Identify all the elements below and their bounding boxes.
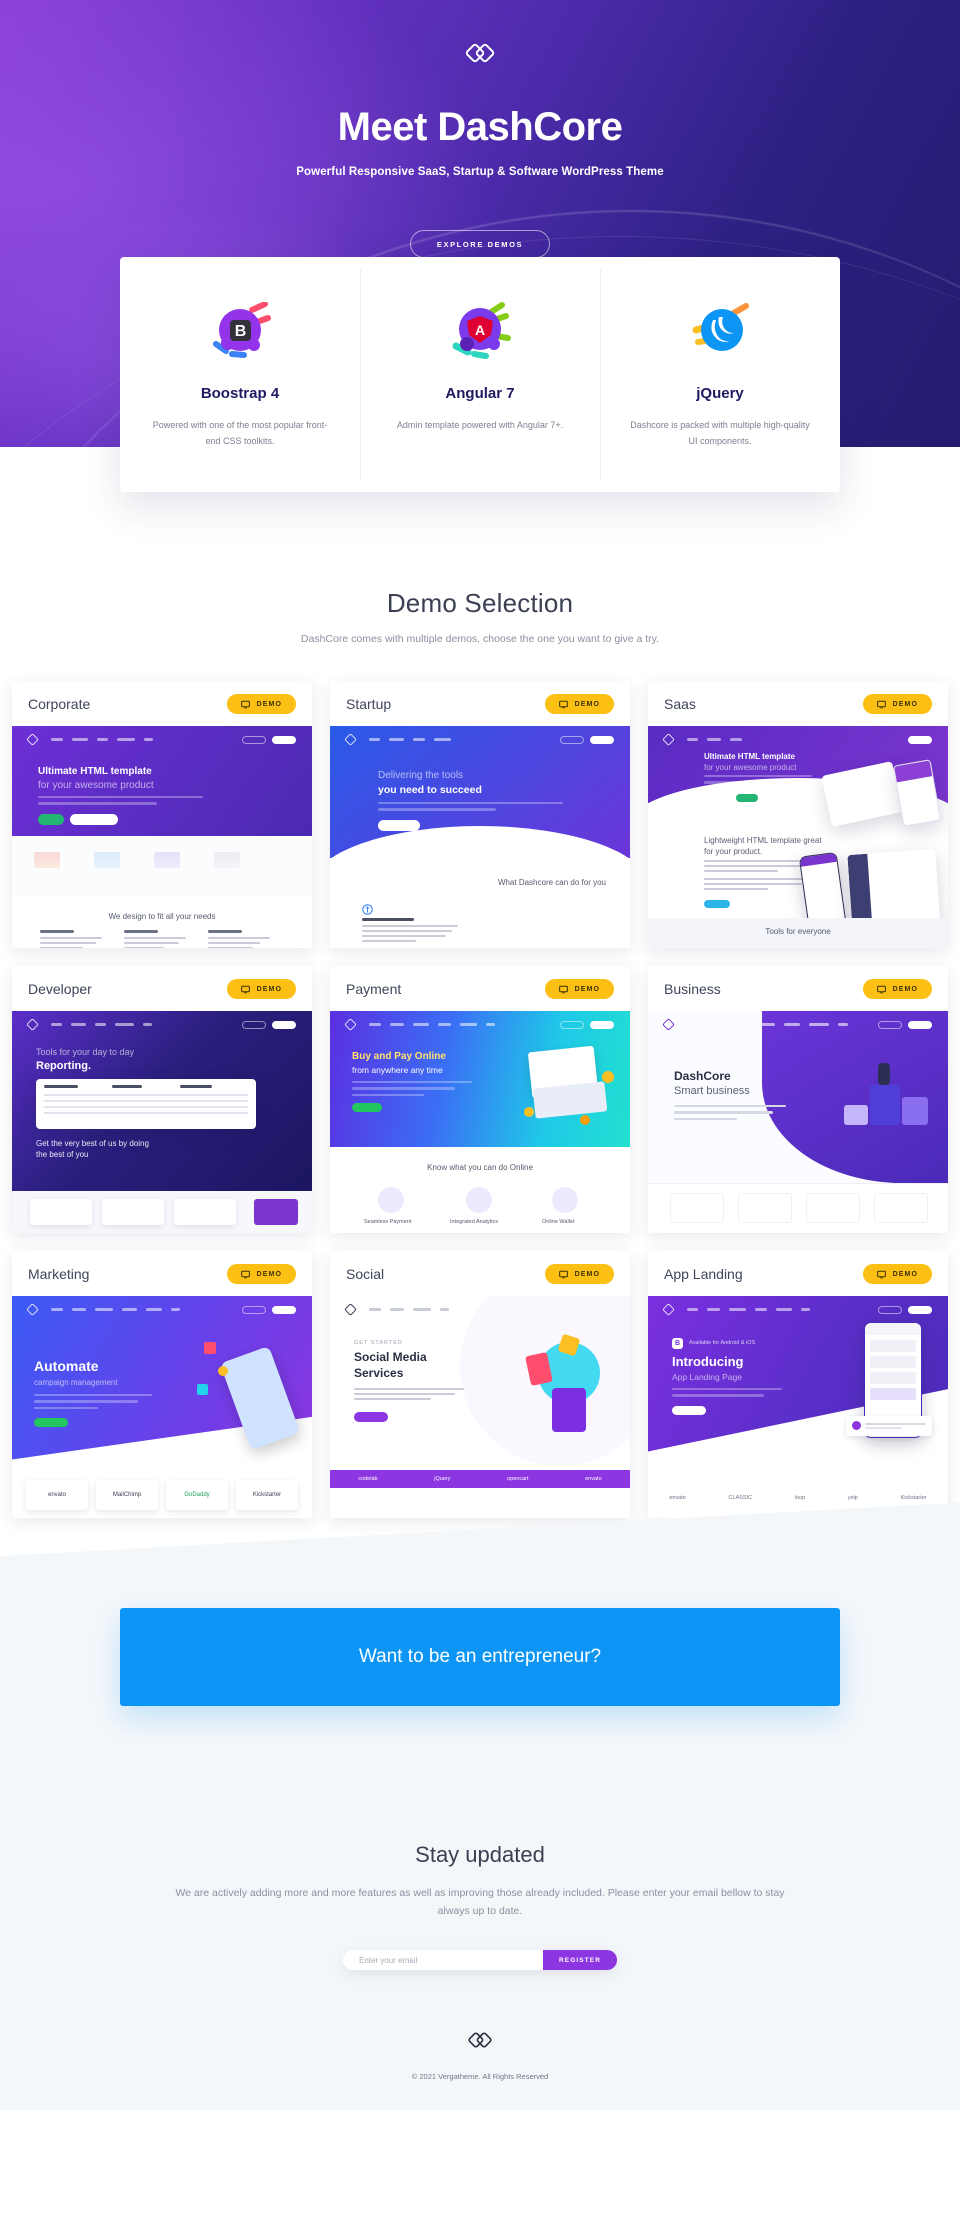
demo-button-label: DEMO bbox=[574, 1270, 600, 1278]
demo-button[interactable]: DEMO bbox=[544, 1263, 614, 1284]
monitor-icon bbox=[240, 1270, 250, 1279]
hero-subtitle: Powerful Responsive SaaS, Startup & Soft… bbox=[296, 166, 664, 178]
demo-section-title: Demo Selection bbox=[386, 587, 574, 618]
demo-button-label: DEMO bbox=[892, 985, 918, 993]
feature-card-jquery: jQuery Dashcore is packed with multiple … bbox=[600, 257, 840, 492]
landing-page: Meet DashCore Powerful Responsive SaaS, … bbox=[0, 0, 960, 2110]
monitor-icon bbox=[240, 700, 250, 709]
demo-card-title: Social bbox=[346, 1265, 385, 1282]
monitor-icon bbox=[558, 1270, 568, 1279]
demo-card-marketing[interactable]: Marketing DEMO Automate campaign managem… bbox=[12, 1250, 312, 1518]
newsletter-description: We are actively adding more and more fea… bbox=[175, 1886, 785, 1917]
svg-text:B: B bbox=[235, 323, 247, 340]
demo-card-title: Corporate bbox=[28, 695, 91, 712]
demo-thumbnail: Automate campaign management envato Mail… bbox=[12, 1295, 312, 1518]
demo-button-label: DEMO bbox=[256, 700, 282, 708]
register-button[interactable]: REGISTER bbox=[542, 1950, 618, 1971]
demo-button[interactable]: DEMO bbox=[544, 978, 614, 999]
monitor-icon bbox=[876, 985, 886, 994]
copyright-text: © 2021 Vergatheme. All Rights Reserved bbox=[411, 2072, 549, 2082]
demo-card-title: Developer bbox=[28, 980, 92, 997]
feature-card-angular: A Angular 7 Admin template powered with … bbox=[360, 257, 600, 492]
demo-button[interactable]: DEMO bbox=[226, 978, 296, 999]
demo-card-title: Business bbox=[664, 980, 721, 997]
demo-thumbnail: Ultimate HTML template for your awesome … bbox=[12, 725, 312, 948]
feature-description: Powered with one of the most popular fro… bbox=[152, 420, 328, 446]
dashcore-diamond-logo-icon bbox=[463, 36, 497, 70]
monitor-icon bbox=[240, 985, 250, 994]
feature-description: Admin template powered with Angular 7+. bbox=[396, 420, 564, 430]
angular-logo-icon: A bbox=[386, 297, 574, 369]
feature-card-bootstrap: B Boostrap 4 Powered with one of the mos… bbox=[120, 257, 360, 492]
feature-title: jQuery bbox=[696, 385, 744, 402]
demo-thumbnail: DashCore Smart business bbox=[648, 1010, 948, 1233]
newsletter-section: Stay updated We are actively adding more… bbox=[0, 1795, 960, 2005]
feature-title: Angular 7 bbox=[445, 385, 515, 402]
demo-selection-section: Demo Selection DashCore comes with multi… bbox=[0, 552, 960, 1578]
demo-card-saas[interactable]: Saas DEMO Ultimate HTML template for you… bbox=[648, 680, 948, 948]
demo-button[interactable]: DEMO bbox=[226, 1263, 296, 1284]
demo-card-title: App Landing bbox=[664, 1265, 743, 1282]
monitor-icon bbox=[558, 985, 568, 994]
demo-card-app-landing[interactable]: App Landing DEMO B Available for Android… bbox=[648, 1250, 948, 1518]
demo-card-social[interactable]: Social DEMO GET STARTED Social Media Ser… bbox=[330, 1250, 630, 1518]
demo-button-label: DEMO bbox=[256, 985, 282, 993]
newsletter-form: REGISTER bbox=[342, 1950, 618, 1971]
monitor-icon bbox=[558, 700, 568, 709]
demo-card-title: Saas bbox=[664, 695, 696, 712]
demo-button-label: DEMO bbox=[574, 985, 600, 993]
demo-card-title: Startup bbox=[346, 695, 392, 712]
demo-card-title: Payment bbox=[346, 980, 402, 997]
demo-thumbnail: Delivering the tools you need to succeed… bbox=[330, 725, 630, 948]
svg-text:A: A bbox=[475, 322, 485, 338]
demo-card-startup[interactable]: Startup DEMO Delivering the tools you ne… bbox=[330, 680, 630, 948]
demo-card-business[interactable]: Business DEMO DashCore Smart business bbox=[648, 965, 948, 1233]
demo-button[interactable]: DEMO bbox=[862, 693, 932, 714]
entrepreneur-cta-banner[interactable]: Want to be an entrepreneur? bbox=[120, 1607, 840, 1706]
demo-button-label: DEMO bbox=[892, 1270, 918, 1278]
feature-cards-section: B Boostrap 4 Powered with one of the mos… bbox=[0, 257, 960, 552]
explore-demos-button[interactable]: EXPLORE DEMOS bbox=[409, 230, 551, 258]
monitor-icon bbox=[876, 700, 886, 709]
demo-button-label: DEMO bbox=[256, 1270, 282, 1278]
demo-button-label: DEMO bbox=[892, 700, 918, 708]
demo-thumbnail: Tools for your day to day Reporting. Get… bbox=[12, 1010, 312, 1233]
dashcore-diamond-logo-icon bbox=[466, 2026, 494, 2054]
demo-thumbnail: Buy and Pay Online from anywhere any tim… bbox=[330, 1010, 630, 1233]
demo-thumbnail: GET STARTED Social Media Services codela… bbox=[330, 1295, 630, 1518]
demo-card-corporate[interactable]: Corporate DEMO Ultimate HTML template fo… bbox=[12, 680, 312, 948]
demo-button[interactable]: DEMO bbox=[544, 693, 614, 714]
page-title: Meet DashCore bbox=[337, 105, 623, 149]
demo-grid: Corporate DEMO Ultimate HTML template fo… bbox=[0, 667, 960, 1578]
bootstrap-logo-icon: B bbox=[146, 297, 334, 369]
cta-label: Want to be an entrepreneur? bbox=[358, 1645, 602, 1667]
demo-button[interactable]: DEMO bbox=[862, 978, 932, 999]
feature-title: Boostrap 4 bbox=[200, 385, 280, 402]
demo-button-label: DEMO bbox=[574, 700, 600, 708]
page-footer: © 2021 Vergatheme. All Rights Reserved bbox=[0, 2004, 960, 2110]
demo-card-title: Marketing bbox=[28, 1265, 90, 1282]
demo-thumbnail: Ultimate HTML template for your awesome … bbox=[648, 725, 948, 948]
monitor-icon bbox=[876, 1270, 886, 1279]
demo-section-subtitle: DashCore comes with multiple demos, choo… bbox=[300, 632, 660, 645]
demo-thumbnail: B Available for Android & iOS Introducin… bbox=[648, 1295, 948, 1518]
email-input[interactable] bbox=[342, 1950, 543, 1971]
demo-button[interactable]: DEMO bbox=[862, 1263, 932, 1284]
demo-card-payment[interactable]: Payment DEMO Buy and Pay Online from any… bbox=[330, 965, 630, 1233]
demo-button[interactable]: DEMO bbox=[226, 693, 296, 714]
demo-card-developer[interactable]: Developer DEMO Tools for your day to day… bbox=[12, 965, 312, 1233]
newsletter-title: Stay updated bbox=[415, 1841, 545, 1867]
feature-description: Dashcore is packed with multiple high-qu… bbox=[630, 420, 810, 446]
cta-section: Want to be an entrepreneur? bbox=[0, 1501, 960, 1956]
jquery-logo-icon bbox=[626, 297, 814, 369]
